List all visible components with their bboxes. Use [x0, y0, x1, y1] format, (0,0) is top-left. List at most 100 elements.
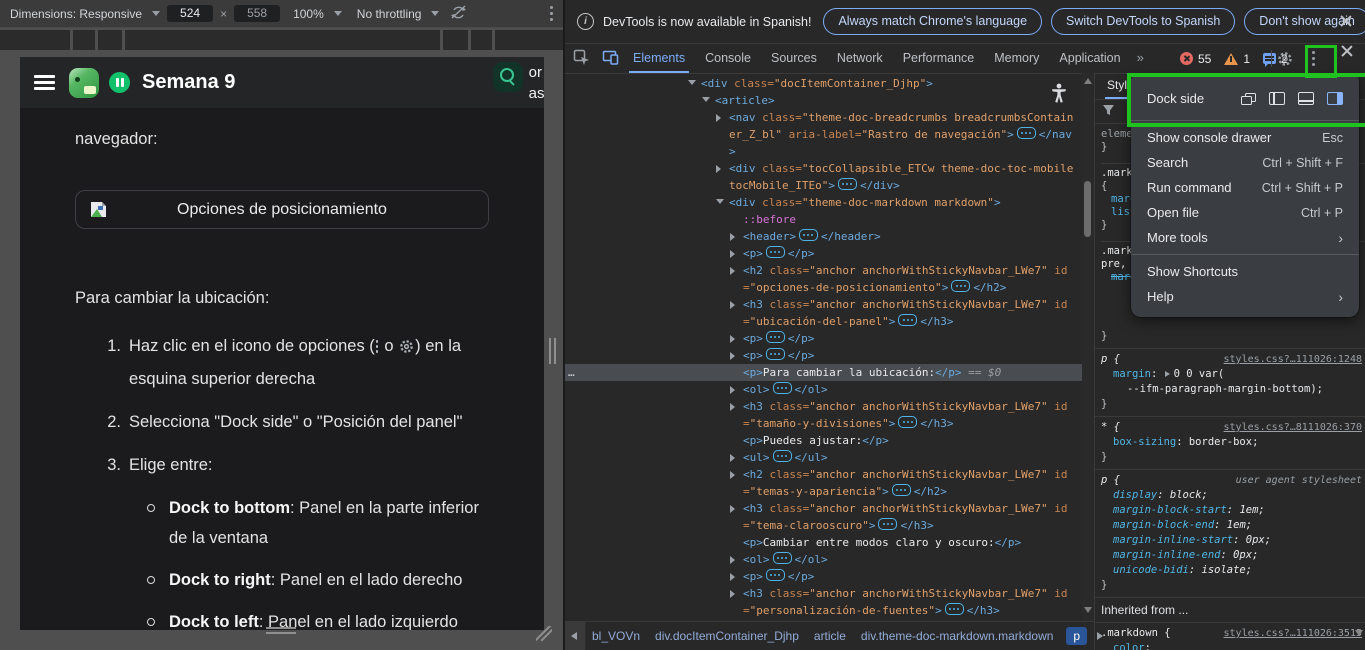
tree-row[interactable]: <h2 class="anchor anchorWithStickyNavbar…	[565, 262, 1094, 296]
search-widget[interactable]: or ask	[493, 62, 544, 104]
expand-arrow-icon[interactable]	[730, 573, 735, 581]
infobar-close-icon[interactable]	[1339, 14, 1353, 28]
media-query-segment[interactable]	[73, 30, 95, 50]
expand-arrow-icon[interactable]	[730, 386, 735, 394]
tab-elements[interactable]: Elements	[623, 44, 695, 73]
expand-arrow-icon[interactable]	[730, 335, 735, 343]
media-query-segment[interactable]	[0, 30, 70, 50]
tree-row[interactable]: <p></p>	[565, 347, 1094, 364]
expand-arrow-icon[interactable]	[730, 250, 735, 258]
viewport-resize-handle-bottom[interactable]	[266, 627, 296, 635]
media-query-segment[interactable]	[471, 30, 492, 50]
tree-row[interactable]: <ol></ol>	[565, 381, 1094, 398]
css-rule[interactable]: .markdown {styles.css?…111026:3515color:…	[1095, 622, 1365, 650]
viewport-resize-handle-right[interactable]	[549, 338, 557, 364]
tree-row[interactable]: <h2 class="anchor anchorWithStickyNavbar…	[565, 466, 1094, 500]
tree-row[interactable]: <p>Puedes ajustar:</p>	[565, 432, 1094, 449]
tree-row[interactable]: <h3 class="anchor anchorWithStickyNavbar…	[565, 296, 1094, 330]
expand-arrow-icon[interactable]	[716, 114, 721, 122]
tree-row[interactable]: <div class="tocCollapsible_ETCw theme-do…	[565, 160, 1094, 194]
expand-inline-icon[interactable]	[951, 280, 970, 292]
expand-inline-icon[interactable]	[898, 416, 917, 428]
expand-inline-icon[interactable]	[773, 450, 792, 462]
expand-inline-icon[interactable]	[773, 382, 792, 394]
tree-row[interactable]: <p></p>	[565, 330, 1094, 347]
node-menu-icon[interactable]: …	[568, 364, 576, 381]
tree-row[interactable]: <div class="theme-doc-markdown markdown"…	[565, 194, 1094, 211]
tree-row[interactable]: <ol></ol>	[565, 551, 1094, 568]
tree-row[interactable]: <article>	[565, 92, 1094, 109]
scroll-down-icon[interactable]	[1084, 607, 1092, 613]
expand-arrow-icon[interactable]	[730, 301, 735, 309]
viewport-width-input[interactable]: 524	[167, 5, 213, 22]
expand-arrow-icon[interactable]	[730, 267, 735, 275]
pause-badge-icon[interactable]	[109, 72, 130, 93]
breadcrumb-item[interactable]: div.theme-doc-markdown.markdown	[861, 629, 1054, 643]
tree-row[interactable]: <p></p>	[565, 568, 1094, 585]
infobar-button[interactable]: Always match Chrome's language	[823, 8, 1042, 35]
media-query-segment[interactable]	[495, 30, 563, 50]
expand-inline-icon[interactable]	[773, 552, 792, 564]
elements-scrollbar[interactable]	[1082, 73, 1094, 621]
warning-icon[interactable]	[1224, 53, 1238, 65]
media-query-segment[interactable]	[98, 30, 122, 50]
hamburger-menu-icon[interactable]	[34, 75, 55, 90]
media-query-segment[interactable]	[125, 30, 440, 50]
tree-row[interactable]: <h3 class="anchor anchorWithStickyNavbar…	[565, 398, 1094, 432]
warning-count[interactable]: 1	[1243, 52, 1250, 66]
rotate-viewport-icon[interactable]	[450, 4, 467, 24]
styles-scroll-down-icon[interactable]	[1355, 630, 1363, 636]
tab-memory[interactable]: Memory	[984, 44, 1049, 73]
tree-row[interactable]: <header></header>	[565, 228, 1094, 245]
tree-row[interactable]: <p>En la mayoría de navegadores puedes a…	[565, 619, 1094, 621]
site-logo[interactable]	[69, 68, 99, 98]
expand-arrow-icon[interactable]	[730, 454, 735, 462]
expand-inline-icon[interactable]	[878, 518, 897, 530]
expand-arrow-icon[interactable]	[730, 403, 735, 411]
breadcrumb-clipped[interactable]: bl_VOVn	[592, 629, 640, 643]
breadcrumb-selected[interactable]: p	[1066, 627, 1087, 645]
tree-row[interactable]: <h3 class="anchor anchorWithStickyNavbar…	[565, 500, 1094, 534]
expand-inline-icon[interactable]	[799, 229, 818, 241]
breadcrumb-item[interactable]: article	[814, 629, 846, 643]
tab-network[interactable]: Network	[827, 44, 893, 73]
issues-icon[interactable]	[1263, 53, 1276, 64]
expand-arrow-icon[interactable]	[716, 165, 721, 173]
viewport-height-input[interactable]: 558	[234, 5, 280, 22]
menu-item-open-file[interactable]: Open fileCtrl + P	[1131, 200, 1359, 225]
tab-application[interactable]: Application	[1049, 44, 1130, 73]
tab-console[interactable]: Console	[695, 44, 761, 73]
scroll-up-icon[interactable]	[1084, 78, 1092, 84]
collapse-arrow-icon[interactable]	[702, 97, 710, 102]
settings-gear-icon[interactable]	[1277, 44, 1293, 73]
css-rule[interactable]: * {styles.css?…8111026:370box-sizing: bo…	[1095, 416, 1365, 469]
media-query-bar[interactable]	[0, 28, 563, 52]
zoom-select[interactable]: 100%	[293, 7, 324, 21]
tree-row[interactable]: <div class="docItemContainer_Djhp">	[565, 75, 1094, 92]
menu-item-run-command[interactable]: Run commandCtrl + Shift + P	[1131, 175, 1359, 200]
tree-row[interactable]: <h3 class="anchor anchorWithStickyNavbar…	[565, 585, 1094, 619]
expand-arrow-icon[interactable]	[730, 556, 735, 564]
tab-performance[interactable]: Performance	[893, 44, 985, 73]
throttling-select[interactable]: No throttling	[357, 7, 422, 21]
menu-item-show-console-drawer[interactable]: Show console drawerEsc	[1131, 125, 1359, 150]
infobar-button[interactable]: Switch DevTools to Spanish	[1051, 8, 1235, 35]
expand-arrow-icon[interactable]	[730, 590, 735, 598]
expand-inline-icon[interactable]	[892, 484, 911, 496]
devtools-close-icon[interactable]	[1340, 44, 1354, 73]
menu-item-show-shortcuts[interactable]: Show Shortcuts	[1131, 259, 1359, 284]
expand-inline-icon[interactable]	[766, 569, 785, 581]
breadcrumb-item[interactable]: div.docItemContainer_Djhp	[655, 629, 799, 643]
dimensions-select[interactable]: Dimensions: Responsive	[10, 7, 142, 21]
tree-row[interactable]: …<p>Para cambiar la ubicación:</p> == $0	[565, 364, 1094, 381]
css-rule[interactable]: p {styles.css?…111026:1248margin: 0 0 va…	[1095, 348, 1365, 416]
menu-item-more-tools[interactable]: More tools›	[1131, 225, 1359, 250]
tree-row[interactable]: <p>Cambiar entre modos claro y oscuro:</…	[565, 534, 1094, 551]
expand-inline-icon[interactable]	[1017, 127, 1036, 139]
expand-arrow-icon[interactable]	[730, 505, 735, 513]
search-icon[interactable]	[493, 62, 523, 92]
collapse-arrow-icon[interactable]	[716, 199, 724, 204]
breadcrumb-scroll-left-icon[interactable]	[565, 622, 586, 650]
expand-inline-icon[interactable]	[945, 603, 964, 615]
more-tabs-button[interactable]: »	[1131, 44, 1150, 73]
